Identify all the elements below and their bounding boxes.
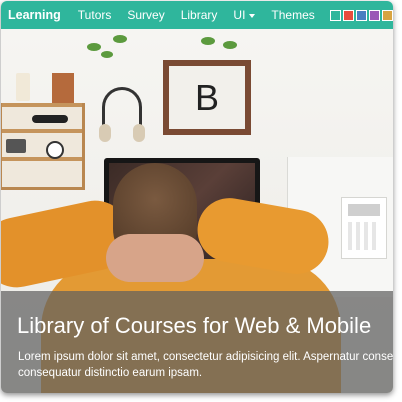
wooden-shelf [1,73,85,190]
person-hands [106,234,204,282]
theme-swatch[interactable] [368,9,380,21]
plant-leaf [87,43,101,51]
nav-dropdown-ui-label: UI [233,8,246,22]
frame-letter: B [169,66,245,129]
brand-link[interactable]: Learning [1,8,70,22]
hero-image: B Library of Courses for Web & Mobile Lo… [1,29,393,393]
nav-link-themes[interactable]: Themes [263,8,322,22]
letter-frame: B [163,60,251,135]
theme-swatches [329,9,393,21]
nav-link-library[interactable]: Library [173,8,226,22]
navbar: Learning Tutors Survey Library UI Themes [1,1,393,29]
caret-down-icon [249,13,256,18]
caption-title: Library of Courses for Web & Mobile [17,313,372,338]
nav-link-survey[interactable]: Survey [119,8,172,22]
app-window: Learning Tutors Survey Library UI Themes [1,1,393,393]
theme-swatch[interactable] [329,9,341,21]
caption-text-line: consequatur distinctio earum ipsam. [18,367,203,379]
theme-swatch[interactable] [342,9,354,21]
desk-calendar [341,197,387,259]
plant-leaf [113,35,127,43]
nav-dropdown-ui[interactable]: UI [225,8,263,22]
nav-link-tutors[interactable]: Tutors [70,8,120,22]
caption-text: Lorem ipsum dolor sit amet, consectetur … [18,349,393,381]
plant-leaf [201,37,215,45]
theme-swatch[interactable] [381,9,393,21]
plant-leaf [101,51,113,58]
caption-text-line: Lorem ipsum dolor sit amet, consectetur … [18,351,393,363]
plant-leaf [223,41,237,49]
headphones [99,87,145,142]
carousel-caption: Library of Courses for Web & Mobile Lore… [1,291,393,393]
theme-swatch[interactable] [355,9,367,21]
